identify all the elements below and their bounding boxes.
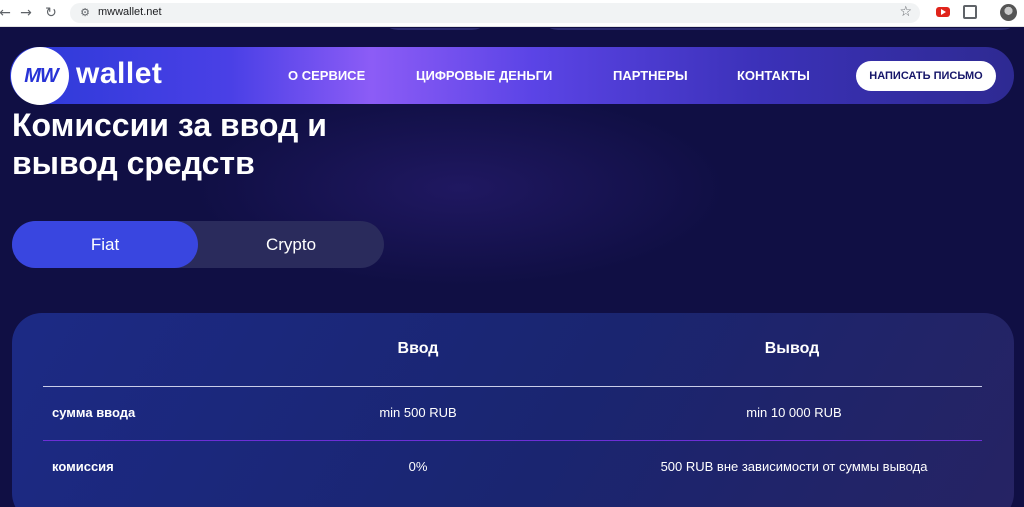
nav-link-contacts[interactable]: КОНТАКТЫ — [737, 68, 810, 83]
cell-deposit-fee: 0% — [408, 459, 428, 474]
forward-arrow-icon[interactable]: → — [17, 4, 35, 22]
site-info-icon[interactable]: ⚙ — [78, 6, 92, 20]
nav-link-partners[interactable]: ПАРТНЕРЫ — [613, 68, 688, 83]
table-divider — [43, 440, 982, 441]
cell-withdraw-fee: 500 RUB вне зависимости от суммы вывода — [660, 459, 928, 474]
address-bar[interactable]: ⚙ mwwallet.net ☆ — [70, 3, 920, 23]
nav-link-digital-money[interactable]: ЦИФРОВЫЕ ДЕНЬГИ — [416, 68, 552, 83]
page-title: Комиссии за ввод и вывод средств — [12, 106, 452, 182]
row-label-amount: сумма ввода — [52, 405, 136, 420]
tab-crypto[interactable]: Crypto — [198, 221, 384, 268]
url-text[interactable]: mwwallet.net — [98, 6, 162, 18]
table-divider — [43, 386, 982, 387]
page-title-line-1: Комиссии за ввод и — [12, 107, 327, 143]
logo-badge[interactable]: MW — [11, 47, 69, 105]
page-viewport: MW wallet О СЕРВИСЕ ЦИФРОВЫЕ ДЕНЬГИ ПАРТ… — [0, 28, 1024, 507]
logo-mark: MW — [24, 65, 59, 87]
section-fragment — [540, 28, 1020, 30]
column-header-withdraw: Вывод — [764, 340, 820, 357]
cell-withdraw-min: min 10 000 RUB — [746, 405, 842, 420]
bookmark-star-icon[interactable]: ☆ — [899, 4, 912, 20]
youtube-extension-icon[interactable] — [936, 7, 950, 17]
nav-link-about[interactable]: О СЕРВИСЕ — [288, 68, 365, 83]
write-letter-button[interactable]: НАПИСАТЬ ПИСЬМО — [856, 61, 996, 91]
browser-toolbar: ← → ↻ ⚙ mwwallet.net ☆ — [0, 0, 1024, 27]
site-navbar: MW wallet О СЕРВИСЕ ЦИФРОВЫЕ ДЕНЬГИ ПАРТ… — [10, 47, 1014, 105]
page-title-line-2: вывод средств — [12, 145, 255, 181]
section-fragment — [380, 28, 490, 30]
profile-avatar-icon[interactable] — [1000, 4, 1017, 21]
fees-table: Ввод Вывод сумма ввода min 500 RUB min 1… — [12, 313, 1014, 507]
reload-icon[interactable]: ↻ — [42, 4, 60, 22]
tab-fiat[interactable]: Fiat — [12, 221, 198, 268]
column-header-deposit: Ввод — [397, 340, 439, 357]
extensions-puzzle-icon[interactable] — [963, 5, 977, 19]
row-label-fee: комиссия — [52, 459, 114, 474]
logo-wordmark[interactable]: wallet — [76, 57, 162, 91]
cell-deposit-min: min 500 RUB — [379, 405, 457, 420]
currency-type-tabs: Crypto Fiat — [12, 221, 384, 268]
back-arrow-icon[interactable]: ← — [0, 4, 14, 22]
